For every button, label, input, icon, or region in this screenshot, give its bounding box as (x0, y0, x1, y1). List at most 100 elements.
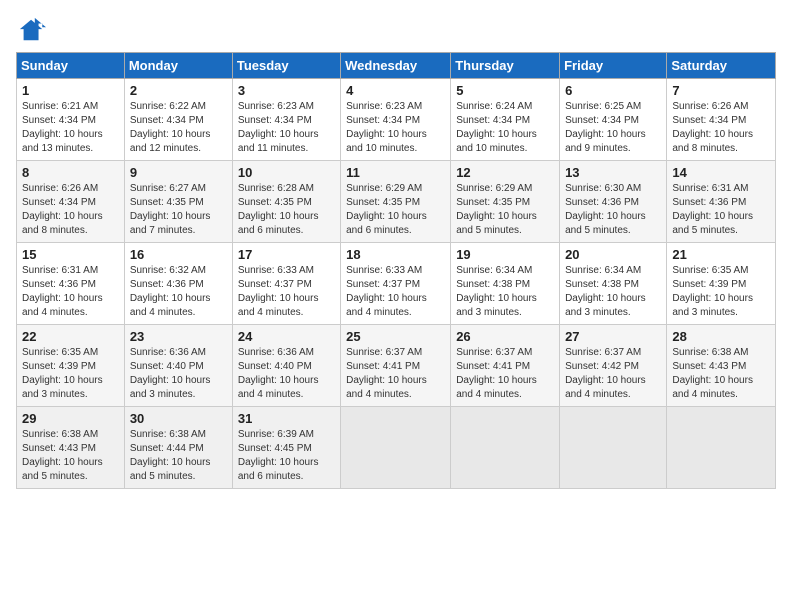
day-number: 30 (130, 411, 227, 426)
column-header-friday: Friday (560, 53, 667, 79)
day-info: Sunrise: 6:26 AM Sunset: 4:34 PM Dayligh… (22, 182, 119, 238)
calendar-cell: 19 Sunrise: 6:34 AM Sunset: 4:38 PM Dayl… (451, 243, 560, 325)
day-number: 24 (238, 329, 335, 344)
day-info: Sunrise: 6:29 AM Sunset: 4:35 PM Dayligh… (456, 182, 554, 238)
day-info: Sunrise: 6:33 AM Sunset: 4:37 PM Dayligh… (238, 264, 335, 320)
calendar-cell: 3 Sunrise: 6:23 AM Sunset: 4:34 PM Dayli… (232, 79, 340, 161)
day-number: 25 (346, 329, 445, 344)
column-header-monday: Monday (124, 53, 232, 79)
calendar-cell: 24 Sunrise: 6:36 AM Sunset: 4:40 PM Dayl… (232, 325, 340, 407)
column-header-saturday: Saturday (667, 53, 776, 79)
day-number: 21 (672, 247, 770, 262)
calendar-cell: 31 Sunrise: 6:39 AM Sunset: 4:45 PM Dayl… (232, 407, 340, 489)
day-info: Sunrise: 6:34 AM Sunset: 4:38 PM Dayligh… (456, 264, 554, 320)
calendar-cell: 14 Sunrise: 6:31 AM Sunset: 4:36 PM Dayl… (667, 161, 776, 243)
day-number: 29 (22, 411, 119, 426)
logo-icon (18, 16, 46, 44)
calendar-cell: 22 Sunrise: 6:35 AM Sunset: 4:39 PM Dayl… (17, 325, 125, 407)
calendar-cell: 21 Sunrise: 6:35 AM Sunset: 4:39 PM Dayl… (667, 243, 776, 325)
calendar-cell: 17 Sunrise: 6:33 AM Sunset: 4:37 PM Dayl… (232, 243, 340, 325)
day-info: Sunrise: 6:24 AM Sunset: 4:34 PM Dayligh… (456, 100, 554, 156)
calendar-cell: 29 Sunrise: 6:38 AM Sunset: 4:43 PM Dayl… (17, 407, 125, 489)
day-number: 26 (456, 329, 554, 344)
calendar-cell: 8 Sunrise: 6:26 AM Sunset: 4:34 PM Dayli… (17, 161, 125, 243)
day-number: 13 (565, 165, 661, 180)
calendar-cell: 12 Sunrise: 6:29 AM Sunset: 4:35 PM Dayl… (451, 161, 560, 243)
day-info: Sunrise: 6:23 AM Sunset: 4:34 PM Dayligh… (238, 100, 335, 156)
day-number: 2 (130, 83, 227, 98)
calendar-cell: 1 Sunrise: 6:21 AM Sunset: 4:34 PM Dayli… (17, 79, 125, 161)
day-info: Sunrise: 6:38 AM Sunset: 4:43 PM Dayligh… (22, 428, 119, 484)
day-info: Sunrise: 6:27 AM Sunset: 4:35 PM Dayligh… (130, 182, 227, 238)
day-number: 12 (456, 165, 554, 180)
header (16, 16, 776, 44)
day-info: Sunrise: 6:34 AM Sunset: 4:38 PM Dayligh… (565, 264, 661, 320)
day-number: 6 (565, 83, 661, 98)
day-number: 14 (672, 165, 770, 180)
calendar-cell: 20 Sunrise: 6:34 AM Sunset: 4:38 PM Dayl… (560, 243, 667, 325)
calendar-week-3: 15 Sunrise: 6:31 AM Sunset: 4:36 PM Dayl… (17, 243, 776, 325)
day-number: 16 (130, 247, 227, 262)
column-header-tuesday: Tuesday (232, 53, 340, 79)
day-number: 5 (456, 83, 554, 98)
day-info: Sunrise: 6:28 AM Sunset: 4:35 PM Dayligh… (238, 182, 335, 238)
calendar-cell: 9 Sunrise: 6:27 AM Sunset: 4:35 PM Dayli… (124, 161, 232, 243)
day-number: 28 (672, 329, 770, 344)
day-info: Sunrise: 6:38 AM Sunset: 4:43 PM Dayligh… (672, 346, 770, 402)
calendar-cell: 26 Sunrise: 6:37 AM Sunset: 4:41 PM Dayl… (451, 325, 560, 407)
calendar-week-4: 22 Sunrise: 6:35 AM Sunset: 4:39 PM Dayl… (17, 325, 776, 407)
calendar-cell: 2 Sunrise: 6:22 AM Sunset: 4:34 PM Dayli… (124, 79, 232, 161)
day-info: Sunrise: 6:36 AM Sunset: 4:40 PM Dayligh… (130, 346, 227, 402)
day-number: 7 (672, 83, 770, 98)
column-header-sunday: Sunday (17, 53, 125, 79)
day-info: Sunrise: 6:25 AM Sunset: 4:34 PM Dayligh… (565, 100, 661, 156)
calendar-cell: 6 Sunrise: 6:25 AM Sunset: 4:34 PM Dayli… (560, 79, 667, 161)
day-number: 20 (565, 247, 661, 262)
calendar-cell: 25 Sunrise: 6:37 AM Sunset: 4:41 PM Dayl… (341, 325, 451, 407)
calendar-cell: 13 Sunrise: 6:30 AM Sunset: 4:36 PM Dayl… (560, 161, 667, 243)
day-number: 1 (22, 83, 119, 98)
calendar-cell: 10 Sunrise: 6:28 AM Sunset: 4:35 PM Dayl… (232, 161, 340, 243)
day-info: Sunrise: 6:26 AM Sunset: 4:34 PM Dayligh… (672, 100, 770, 156)
calendar-cell: 4 Sunrise: 6:23 AM Sunset: 4:34 PM Dayli… (341, 79, 451, 161)
day-info: Sunrise: 6:37 AM Sunset: 4:41 PM Dayligh… (456, 346, 554, 402)
calendar-table: SundayMondayTuesdayWednesdayThursdayFrid… (16, 52, 776, 489)
day-info: Sunrise: 6:21 AM Sunset: 4:34 PM Dayligh… (22, 100, 119, 156)
day-info: Sunrise: 6:37 AM Sunset: 4:41 PM Dayligh… (346, 346, 445, 402)
day-info: Sunrise: 6:35 AM Sunset: 4:39 PM Dayligh… (672, 264, 770, 320)
calendar-cell (560, 407, 667, 489)
calendar-cell: 7 Sunrise: 6:26 AM Sunset: 4:34 PM Dayli… (667, 79, 776, 161)
calendar-week-2: 8 Sunrise: 6:26 AM Sunset: 4:34 PM Dayli… (17, 161, 776, 243)
day-number: 8 (22, 165, 119, 180)
day-number: 19 (456, 247, 554, 262)
calendar-cell: 30 Sunrise: 6:38 AM Sunset: 4:44 PM Dayl… (124, 407, 232, 489)
day-info: Sunrise: 6:38 AM Sunset: 4:44 PM Dayligh… (130, 428, 227, 484)
calendar-cell: 15 Sunrise: 6:31 AM Sunset: 4:36 PM Dayl… (17, 243, 125, 325)
day-info: Sunrise: 6:31 AM Sunset: 4:36 PM Dayligh… (22, 264, 119, 320)
day-info: Sunrise: 6:22 AM Sunset: 4:34 PM Dayligh… (130, 100, 227, 156)
day-number: 11 (346, 165, 445, 180)
calendar-cell: 16 Sunrise: 6:32 AM Sunset: 4:36 PM Dayl… (124, 243, 232, 325)
day-number: 17 (238, 247, 335, 262)
calendar-cell: 18 Sunrise: 6:33 AM Sunset: 4:37 PM Dayl… (341, 243, 451, 325)
day-info: Sunrise: 6:29 AM Sunset: 4:35 PM Dayligh… (346, 182, 445, 238)
calendar-cell (667, 407, 776, 489)
day-info: Sunrise: 6:35 AM Sunset: 4:39 PM Dayligh… (22, 346, 119, 402)
day-number: 10 (238, 165, 335, 180)
day-number: 27 (565, 329, 661, 344)
day-number: 4 (346, 83, 445, 98)
day-info: Sunrise: 6:31 AM Sunset: 4:36 PM Dayligh… (672, 182, 770, 238)
day-info: Sunrise: 6:30 AM Sunset: 4:36 PM Dayligh… (565, 182, 661, 238)
calendar-cell (451, 407, 560, 489)
logo (16, 16, 46, 44)
day-info: Sunrise: 6:39 AM Sunset: 4:45 PM Dayligh… (238, 428, 335, 484)
calendar-week-5: 29 Sunrise: 6:38 AM Sunset: 4:43 PM Dayl… (17, 407, 776, 489)
day-number: 18 (346, 247, 445, 262)
day-info: Sunrise: 6:23 AM Sunset: 4:34 PM Dayligh… (346, 100, 445, 156)
calendar-cell: 11 Sunrise: 6:29 AM Sunset: 4:35 PM Dayl… (341, 161, 451, 243)
day-info: Sunrise: 6:33 AM Sunset: 4:37 PM Dayligh… (346, 264, 445, 320)
calendar-cell (341, 407, 451, 489)
calendar-cell: 28 Sunrise: 6:38 AM Sunset: 4:43 PM Dayl… (667, 325, 776, 407)
day-number: 22 (22, 329, 119, 344)
column-header-wednesday: Wednesday (341, 53, 451, 79)
